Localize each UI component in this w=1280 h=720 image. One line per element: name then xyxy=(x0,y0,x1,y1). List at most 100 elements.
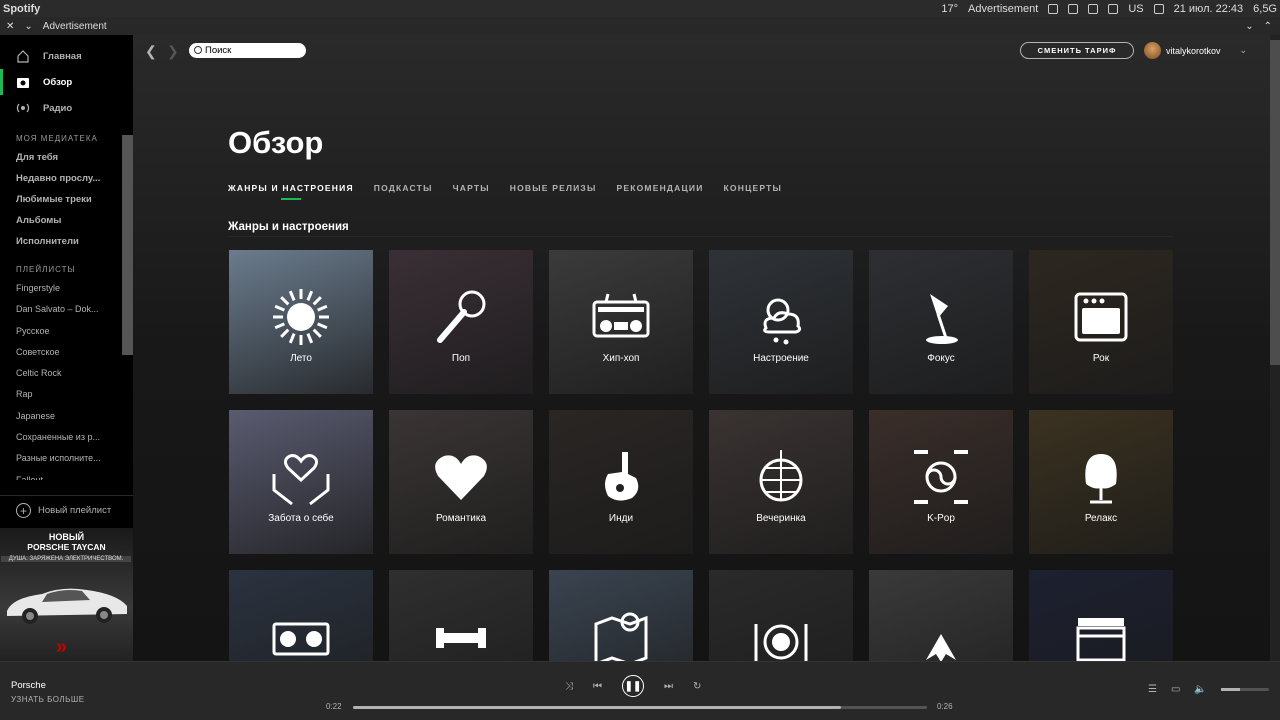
genre-tile[interactable]: Релакс xyxy=(1029,410,1173,554)
chevron-down-icon[interactable]: ⌄ xyxy=(24,21,32,32)
library-item[interactable]: Для тебя xyxy=(0,147,118,168)
next-icon[interactable]: ⏭ xyxy=(664,681,673,692)
playlist-item[interactable]: Dan Salvato – Dok... xyxy=(0,299,118,320)
volume-icon[interactable]: 🔈 xyxy=(1194,684,1206,695)
repeat-icon[interactable]: ↻ xyxy=(693,681,701,692)
close-icon[interactable]: ✕ xyxy=(6,21,14,32)
tab-genres[interactable]: ЖАНРЫ И НАСТРОЕНИЯ xyxy=(228,183,354,201)
playlist-item[interactable]: Сохраненные из р... xyxy=(0,427,118,448)
network-icon[interactable] xyxy=(1153,3,1164,14)
tab-concerts[interactable]: КОНЦЕРТЫ xyxy=(724,183,783,201)
main-scrollbar[interactable] xyxy=(1270,35,1280,661)
tab-charts[interactable]: ЧАРТЫ xyxy=(453,183,490,201)
weather-text[interactable]: 17° xyxy=(941,3,958,15)
genre-tile-label: Релакс xyxy=(1084,513,1118,524)
search-input[interactable]: Поиск xyxy=(189,43,306,58)
forward-icon[interactable]: ❯ xyxy=(167,43,179,60)
genre-tile[interactable] xyxy=(549,570,693,661)
battery-icon[interactable] xyxy=(1088,3,1099,14)
bluetooth-icon[interactable] xyxy=(1068,3,1079,14)
browse-tabs: ЖАНРЫ И НАСТРОЕНИЯ ПОДКАСТЫ ЧАРТЫ НОВЫЕ … xyxy=(228,183,782,201)
tab-recommendations[interactable]: РЕКОМЕНДАЦИИ xyxy=(616,183,703,201)
genre-tile[interactable]: Рок xyxy=(1029,250,1173,394)
volume-icon[interactable] xyxy=(1108,3,1119,14)
library-item[interactable]: Недавно прослу... xyxy=(0,168,118,189)
tab-podcasts[interactable]: ПОДКАСТЫ xyxy=(374,183,433,201)
library-item[interactable]: Любимые треки xyxy=(0,189,118,210)
genre-tile[interactable]: Вечеринка xyxy=(709,410,853,554)
pause-icon: ❚❚ xyxy=(624,680,642,692)
boombox-icon xyxy=(592,293,650,338)
disco-ball-icon xyxy=(759,450,803,502)
maximize-icon[interactable]: ⌃ xyxy=(1264,21,1272,32)
map-pin-icon xyxy=(594,612,648,661)
genre-tile-label: Лето xyxy=(290,353,312,364)
user-menu[interactable]: vitalykorotkov ⌄ xyxy=(1144,42,1247,59)
clapperboard-icon xyxy=(1076,618,1126,661)
library-item[interactable]: Альбомы xyxy=(0,210,118,231)
genre-tile[interactable]: Инди xyxy=(549,410,693,554)
upgrade-button[interactable]: СМЕНИТЬ ТАРИФ xyxy=(1020,42,1134,59)
devices-icon[interactable]: ▭ xyxy=(1171,684,1180,695)
tray-icon[interactable] xyxy=(1048,3,1059,14)
genre-tile[interactable] xyxy=(1029,570,1173,661)
playlist-item[interactable]: Celtic Rock xyxy=(0,363,118,384)
pause-button[interactable]: ❚❚ xyxy=(622,675,644,697)
genre-tile[interactable]: Поп xyxy=(389,250,533,394)
tab-new-releases[interactable]: НОВЫЕ РЕЛИЗЫ xyxy=(510,183,597,201)
section-divider xyxy=(228,236,1173,237)
scrollbar-thumb[interactable] xyxy=(1270,40,1280,365)
genre-tile[interactable]: Романтика xyxy=(389,410,533,554)
nav-browse[interactable]: Обзор xyxy=(0,69,133,95)
keyboard-layout[interactable]: US xyxy=(1128,3,1143,15)
nav-radio[interactable]: Радио xyxy=(0,95,133,121)
playback-controls: ⤨ ⏮ ❚❚ ⏭ ↻ xyxy=(565,675,701,697)
playlist-item[interactable]: Разные исполните... xyxy=(0,448,118,469)
back-icon[interactable]: ❮ xyxy=(145,43,157,60)
clock[interactable]: 21 июл. 22:43 xyxy=(1174,3,1244,15)
queue-icon[interactable]: ☰ xyxy=(1148,684,1157,695)
genre-tile[interactable]: Лето xyxy=(229,250,373,394)
ad-banner[interactable]: НОВЫЙ PORSCHE TAYCAN ДУША. ЗАРЯЖЕНА ЭЛЕК… xyxy=(0,528,133,661)
library-item[interactable]: Исполнители xyxy=(0,231,118,252)
browse-icon xyxy=(16,75,30,89)
previous-icon[interactable]: ⏮ xyxy=(593,681,602,692)
playlist-item[interactable]: Советское xyxy=(0,342,118,363)
genre-tile[interactable]: Настроение xyxy=(709,250,853,394)
page-title: Обзор xyxy=(228,125,324,160)
nav-home-label: Главная xyxy=(43,50,82,62)
track-name[interactable]: Porsche xyxy=(11,680,46,691)
playlist-item[interactable]: Rap xyxy=(0,384,118,405)
search-placeholder: Поиск xyxy=(205,45,232,56)
taegeuk-icon xyxy=(914,450,968,504)
genre-tile[interactable] xyxy=(709,570,853,661)
window-title: Advertisement xyxy=(42,20,107,32)
minimize-icon[interactable]: ⌄ xyxy=(1245,21,1253,32)
genre-tile[interactable]: Хип-хоп xyxy=(549,250,693,394)
new-playlist-button[interactable]: + Новый плейлист xyxy=(0,495,133,525)
genre-tile[interactable] xyxy=(389,570,533,661)
learn-more-link[interactable]: УЗНАТЬ БОЛЬШЕ xyxy=(11,695,85,704)
nav-home[interactable]: Главная xyxy=(0,43,133,69)
active-window-title[interactable]: Advertisement xyxy=(968,3,1038,15)
username: vitalykorotkov xyxy=(1166,45,1221,56)
system-bar: Spotify 17° Advertisement US 21 июл. 22:… xyxy=(0,0,1280,17)
playlist-item[interactable]: Fingerstyle xyxy=(0,278,118,299)
new-playlist-label: Новый плейлист xyxy=(38,505,112,516)
sidebar-scrollbar[interactable] xyxy=(122,135,133,355)
genre-tile[interactable]: Забота о себе xyxy=(229,410,373,554)
current-time: 0:22 xyxy=(326,702,342,711)
progress-bar[interactable] xyxy=(353,706,927,709)
genre-tile[interactable] xyxy=(229,570,373,661)
genre-tile[interactable]: Фокус xyxy=(869,250,1013,394)
playlist-item[interactable]: Русское xyxy=(0,321,118,342)
shuffle-icon[interactable]: ⤨ xyxy=(565,681,573,692)
genre-tile[interactable] xyxy=(869,570,1013,661)
volume-slider[interactable] xyxy=(1220,688,1269,691)
playlist-item[interactable]: Fallout xyxy=(0,470,118,480)
genre-tile-label: Фокус xyxy=(927,353,955,364)
playlist-item[interactable]: Japanese xyxy=(0,406,118,427)
chevron-down-icon: ⌄ xyxy=(1239,45,1248,55)
genre-tile[interactable]: K-Pop xyxy=(869,410,1013,554)
amplifier-icon xyxy=(1074,292,1128,342)
